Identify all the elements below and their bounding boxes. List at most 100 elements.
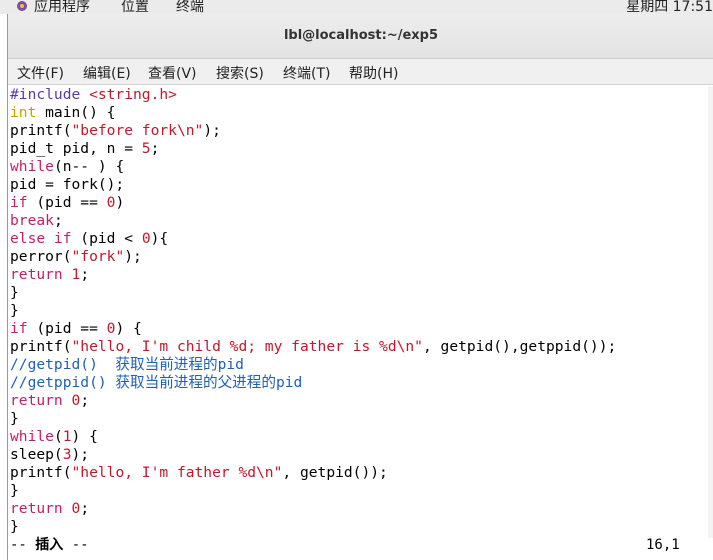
code-token: //getpid() 获取当前进程的pid — [10, 356, 244, 373]
code-line: #include <string.h> — [10, 86, 177, 104]
code-token: "fork" — [71, 248, 125, 265]
code-token: pid_t pid, n = — [10, 140, 142, 157]
code-token: (pid < — [71, 230, 142, 247]
terminal-app-menu[interactable]: 终端 — [176, 0, 204, 14]
code-token: ){ — [150, 230, 169, 247]
vim-status-line: -- 插入 -- 16,1 — [8, 536, 713, 554]
cursor-position: 16,1 — [646, 537, 680, 553]
code-token: printf( — [10, 338, 72, 355]
code-token: } — [10, 410, 19, 427]
code-line: //getppid() 获取当前进程的父进程的pid — [10, 374, 302, 392]
code-token: main() { — [36, 104, 116, 121]
code-token: 5 — [141, 140, 151, 157]
code-token: ; — [80, 266, 90, 283]
code-token: ); — [71, 446, 90, 463]
code-token: 0 — [141, 230, 151, 247]
code-token: ; — [80, 392, 90, 409]
code-token: ( — [53, 428, 63, 445]
code-line: } — [10, 410, 19, 428]
applications-label: 应用程序 — [34, 0, 90, 14]
code-token: } — [10, 518, 19, 535]
code-token: return — [10, 266, 63, 283]
code-token: if — [10, 194, 28, 211]
mode-label: 插入 — [35, 537, 64, 553]
code-line: } — [10, 482, 19, 500]
code-token: ) — [115, 194, 125, 211]
menu-terminal[interactable]: 终端(T) — [283, 63, 330, 83]
code-token: while — [10, 158, 54, 175]
applications-icon — [17, 1, 27, 11]
code-token: int — [10, 104, 37, 121]
places-menu[interactable]: 位置 — [121, 0, 149, 14]
code-token: ; — [53, 212, 63, 229]
code-token: #include — [10, 86, 90, 103]
mode-indicator: -- 插入 -- — [10, 537, 89, 553]
code-token: 0 — [71, 500, 81, 517]
code-token: break — [10, 212, 54, 229]
code-token: ) { — [115, 320, 142, 337]
code-line: } — [10, 302, 19, 320]
code-line: printf("before fork\n"); — [10, 122, 221, 140]
code-line: break; — [10, 212, 63, 230]
code-token: ; — [80, 500, 90, 517]
code-token: printf( — [10, 464, 72, 481]
window-title: lbl@localhost:~/exp5 — [283, 28, 439, 43]
code-token: perror( — [10, 248, 72, 265]
applications-menu[interactable]: 应用程序 — [16, 0, 90, 14]
code-line: if (pid == 0) { — [10, 320, 142, 338]
code-line: if (pid == 0) — [10, 194, 124, 212]
clock[interactable]: 星期四 17:51 — [626, 0, 713, 14]
menu-view[interactable]: 查看(V) — [148, 63, 197, 83]
code-line: perror("fork"); — [10, 248, 142, 266]
code-token: //getppid() 获取当前进程的父进程的pid — [10, 374, 303, 391]
menu-bar: 文件(F) 编辑(E) 查看(V) 搜索(S) 终端(T) 帮助(H) — [8, 59, 713, 85]
code-token: printf( — [10, 122, 72, 139]
code-token: , getpid()); — [282, 464, 388, 481]
code-token: ) { — [71, 428, 98, 445]
code-token: if — [10, 320, 28, 337]
code-token: ); — [124, 248, 142, 265]
code-token: ); — [203, 122, 221, 139]
menu-help[interactable]: 帮助(H) — [349, 63, 398, 83]
code-line: //getpid() 获取当前进程的pid — [10, 356, 244, 374]
code-line: printf("hello, I'm father %d\n", getpid(… — [10, 464, 388, 482]
code-token: 1 — [71, 266, 81, 283]
code-token: } — [10, 302, 19, 319]
code-token: } — [10, 284, 19, 301]
terminal-window: lbl@localhost:~/exp5 文件(F) 编辑(E) 查看(V) 搜… — [7, 14, 713, 560]
code-line: int main() { — [10, 104, 115, 122]
menu-file[interactable]: 文件(F) — [17, 63, 64, 83]
code-line: pid_t pid, n = 5; — [10, 140, 159, 158]
code-token: else if — [10, 230, 72, 247]
code-token: while — [10, 428, 54, 445]
code-token: } — [10, 482, 19, 499]
code-line: pid = fork(); — [10, 176, 124, 194]
code-line: else if (pid < 0){ — [10, 230, 168, 248]
scrollbar[interactable] — [708, 86, 713, 538]
code-token: "before fork\n" — [71, 122, 204, 139]
window-titlebar[interactable]: lbl@localhost:~/exp5 — [8, 14, 713, 59]
code-token: , getpid(),getppid()); — [422, 338, 617, 355]
code-token: ; — [150, 140, 160, 157]
code-line: } — [10, 284, 19, 302]
code-token: (pid == — [27, 194, 107, 211]
code-token: sleep( — [10, 446, 63, 463]
code-line: return 0; — [10, 500, 89, 518]
code-token: 1 — [62, 428, 72, 445]
code-line: return 0; — [10, 392, 89, 410]
menu-search[interactable]: 搜索(S) — [216, 63, 264, 83]
code-token: "hello, I'm father %d\n" — [71, 464, 283, 481]
code-line: while(1) { — [10, 428, 98, 446]
code-token: 3 — [62, 446, 72, 463]
vim-editor[interactable]: #include <string.h> int main() {printf("b… — [8, 86, 713, 560]
code-token: pid = fork(); — [10, 176, 125, 193]
code-line: } — [10, 518, 19, 536]
code-line: while(n-- ) { — [10, 158, 124, 176]
code-line: printf("hello, I'm child %d; my father i… — [10, 338, 616, 356]
code-token: return — [10, 500, 63, 517]
code-token: <string.h> — [89, 86, 177, 103]
menu-edit[interactable]: 编辑(E) — [83, 63, 131, 83]
